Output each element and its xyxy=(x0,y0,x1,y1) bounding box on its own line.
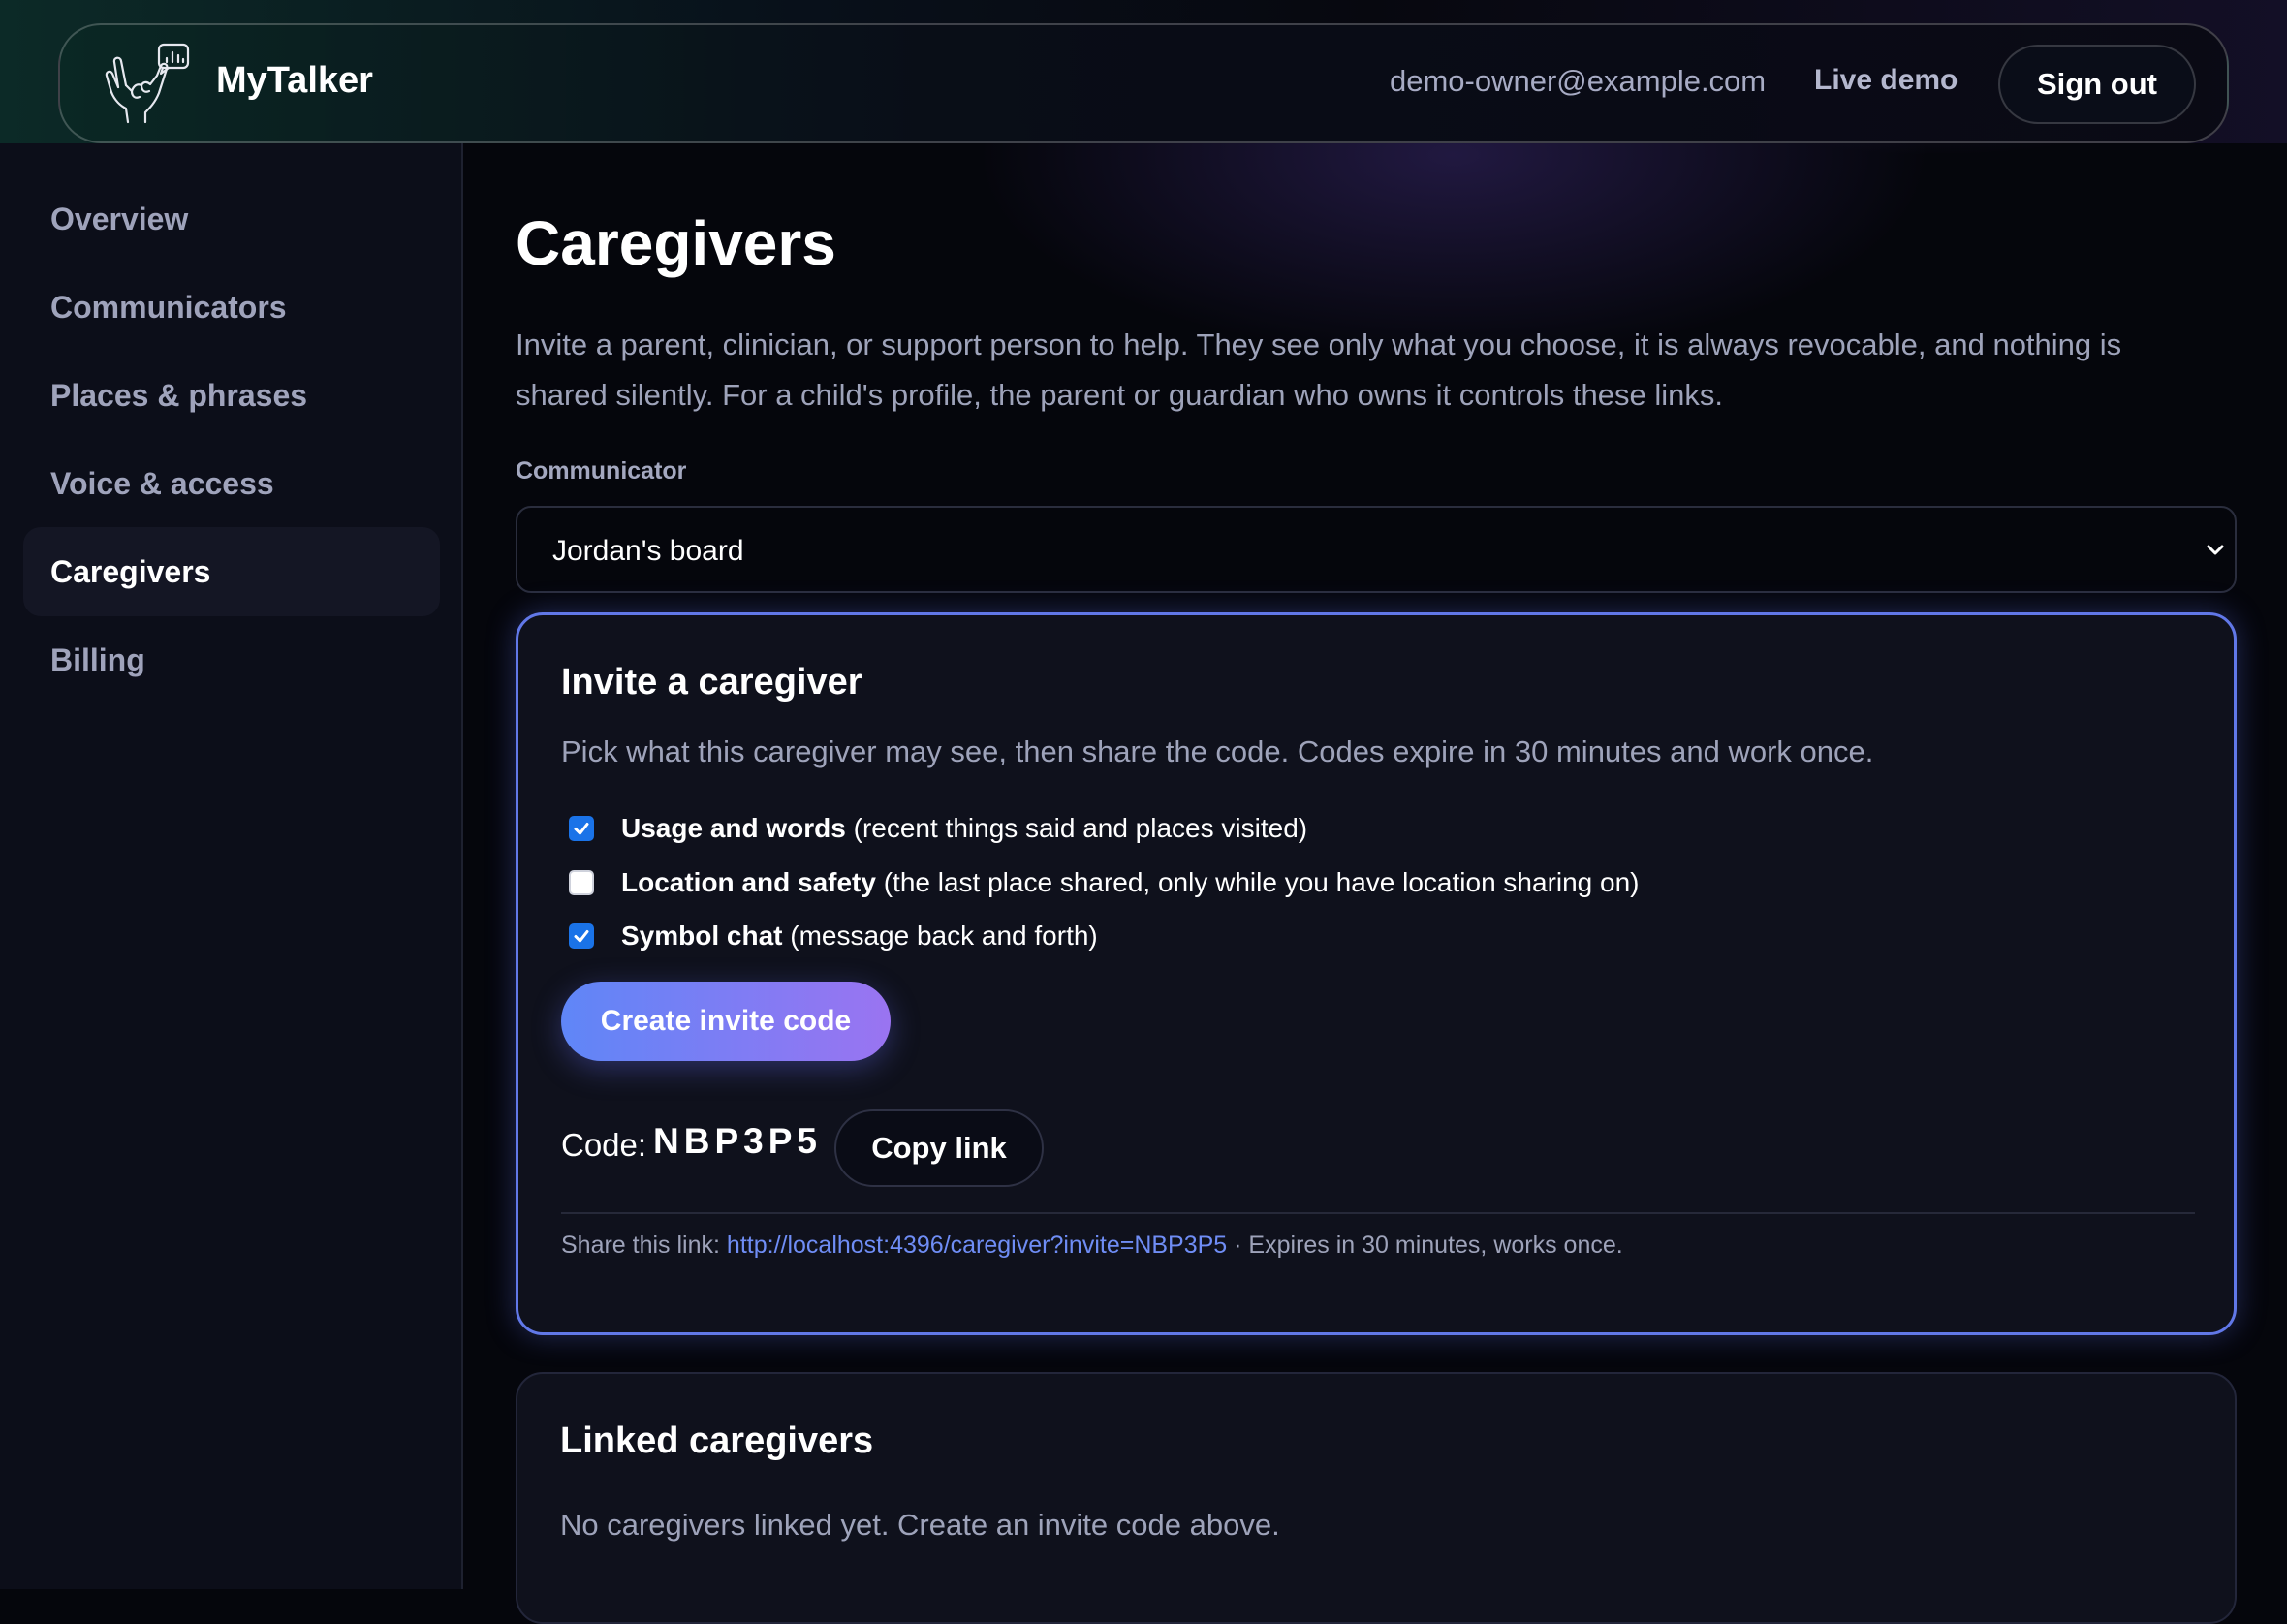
sidebar-item-caregivers[interactable]: Caregivers xyxy=(23,527,440,616)
share-url-link[interactable]: http://localhost:4396/caregiver?invite=N… xyxy=(727,1232,1227,1259)
share-link-line: Share this link: http://localhost:4396/c… xyxy=(561,1232,1623,1260)
sidebar-item-voice-access[interactable]: Voice & access xyxy=(23,439,440,528)
invite-subtitle: Pick what this caregiver may see, then s… xyxy=(561,734,1874,768)
checkmark-icon xyxy=(574,823,589,835)
invite-caregiver-card: Invite a caregiver Pick what this caregi… xyxy=(516,612,2237,1335)
invite-title: Invite a caregiver xyxy=(561,662,862,703)
page-title: Caregivers xyxy=(516,208,836,278)
linked-title: Linked caregivers xyxy=(560,1421,874,1461)
linked-empty-text: No caregivers linked yet. Create an invi… xyxy=(560,1508,1280,1542)
sidebar-item-billing[interactable]: Billing xyxy=(23,615,440,704)
sidebar: Overview Communicators Places & phrases … xyxy=(0,143,463,1589)
brand-name: MyTalker xyxy=(216,60,373,101)
share-prefix: Share this link: xyxy=(561,1232,727,1259)
live-demo-link[interactable]: Live demo xyxy=(1814,64,1958,97)
option-symbol-chat-title: Symbol chat xyxy=(621,921,783,951)
divider xyxy=(561,1212,2195,1214)
communicator-selected-value: Jordan's board xyxy=(552,535,744,567)
create-invite-code-button[interactable]: Create invite code xyxy=(561,982,891,1061)
sidebar-item-overview[interactable]: Overview xyxy=(23,174,440,264)
option-location-title: Location and safety xyxy=(621,867,876,897)
page-intro: Invite a parent, clinician, or support p… xyxy=(516,328,2122,412)
linked-caregivers-card: Linked caregivers No caregivers linked y… xyxy=(516,1372,2237,1624)
communicator-label: Communicator xyxy=(516,457,687,484)
option-usage-detail: (recent things said and places visited) xyxy=(845,813,1308,843)
sidebar-item-communicators[interactable]: Communicators xyxy=(23,263,440,352)
communicator-select[interactable]: Jordan's board xyxy=(516,506,2237,593)
chevron-down-icon xyxy=(2207,545,2224,555)
checkmark-icon xyxy=(574,930,589,943)
option-usage-and-words[interactable]: Usage and words (recent things said and … xyxy=(569,809,1307,848)
location-checkbox[interactable] xyxy=(569,870,594,895)
code-label: Code: xyxy=(561,1127,647,1163)
user-email: demo-owner@example.com xyxy=(1390,64,1767,98)
option-symbol-chat-detail: (message back and forth) xyxy=(782,921,1098,951)
invite-code-value: NBP3P5 xyxy=(653,1121,822,1161)
sidebar-item-places-phrases[interactable]: Places & phrases xyxy=(23,351,440,440)
option-location-detail: (the last place shared, only while you h… xyxy=(875,867,1640,897)
sign-out-button[interactable]: Sign out xyxy=(1998,45,2196,124)
share-suffix: · Expires in 30 minutes, works once. xyxy=(1227,1232,1623,1259)
hand-rock-sign-with-chart-bubble-icon xyxy=(105,43,190,124)
option-usage-title: Usage and words xyxy=(621,813,846,843)
main-content: Caregivers Invite a parent, clinician, o… xyxy=(516,143,2237,1624)
option-location-and-safety[interactable]: Location and safety (the last place shar… xyxy=(569,863,1640,902)
usage-checkbox[interactable] xyxy=(569,816,594,841)
app-header: MyTalker demo-owner@example.com Live dem… xyxy=(58,23,2229,143)
option-symbol-chat[interactable]: Symbol chat (message back and forth) xyxy=(569,917,1098,955)
symbol-chat-checkbox[interactable] xyxy=(569,923,594,949)
copy-link-button[interactable]: Copy link xyxy=(834,1109,1044,1187)
